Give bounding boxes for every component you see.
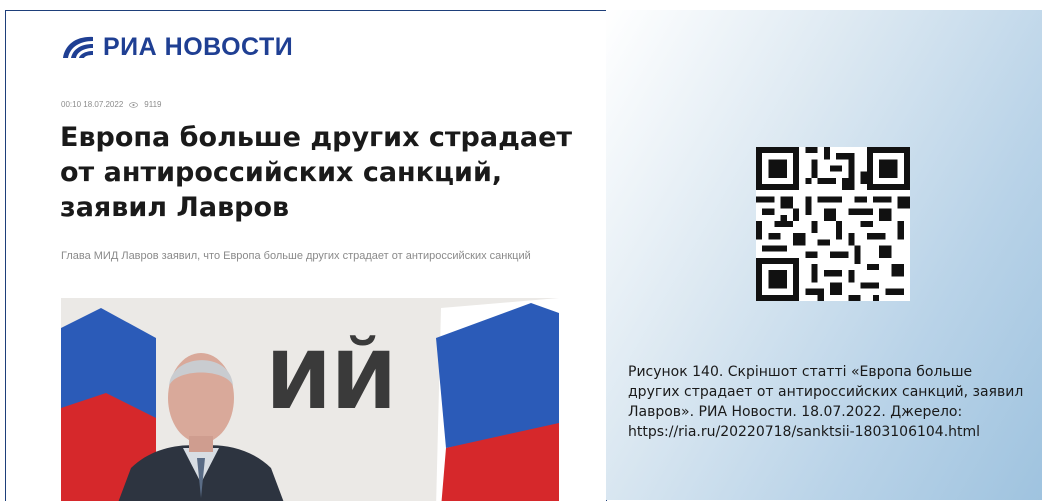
article-lead: Глава МИД Лавров заявил, что Европа боль… xyxy=(61,250,531,262)
brand-name: РИА НОВОСТИ xyxy=(103,32,294,61)
qr-code-icon xyxy=(756,147,910,301)
backdrop-text: ИЙ xyxy=(266,335,397,427)
person-neck xyxy=(189,436,213,452)
article-photo: ИЙ xyxy=(61,298,559,501)
article-meta: 00:10 18.07.2022 9119 xyxy=(61,100,161,109)
ria-logo: РИА НОВОСТИ xyxy=(59,27,293,67)
caption-panel: Рисунок 140. Скріншот статті «Европа бол… xyxy=(606,10,1042,500)
ria-logo-icon xyxy=(63,36,93,58)
view-count: 9119 xyxy=(144,100,162,109)
article-screenshot: РИА НОВОСТИ 00:10 18.07.2022 9119 Европа… xyxy=(5,10,607,501)
article-headline: Европа больше других страдает от антирос… xyxy=(60,122,573,223)
eye-icon xyxy=(129,101,139,108)
figure-caption: Рисунок 140. Скріншот статті «Европа бол… xyxy=(628,364,1024,440)
photo-illustration: ИЙ xyxy=(61,298,559,501)
publish-datetime: 00:10 18.07.2022 xyxy=(61,100,124,109)
